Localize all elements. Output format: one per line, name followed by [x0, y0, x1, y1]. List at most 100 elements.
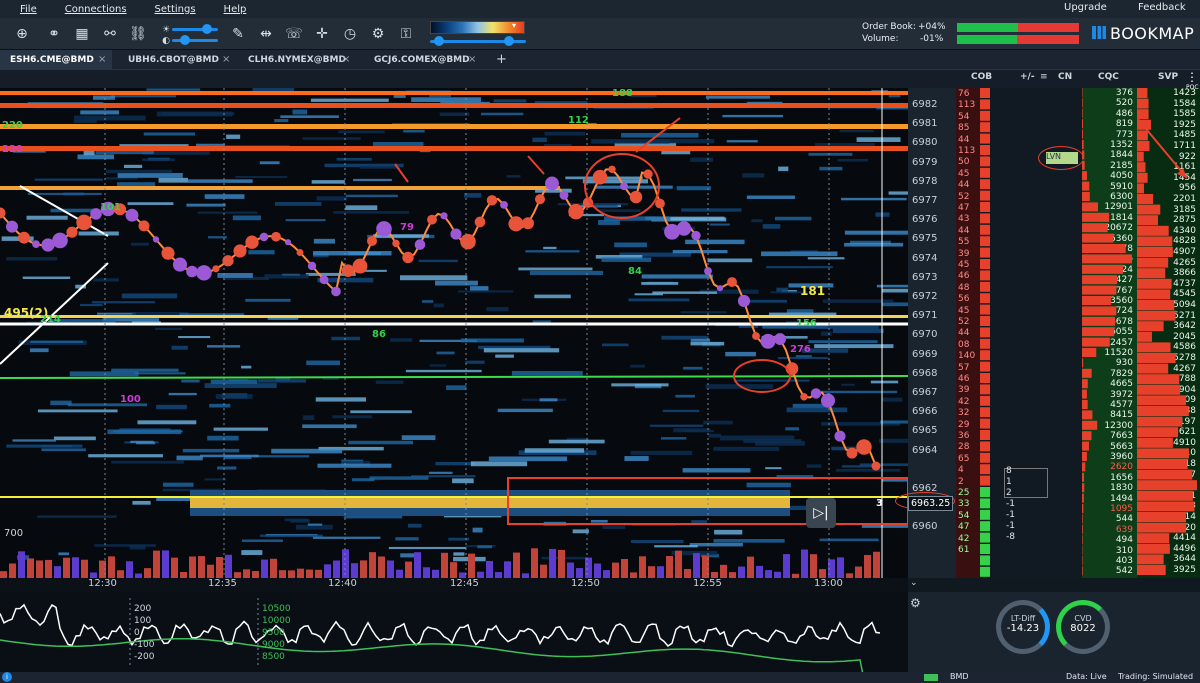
cob-value: 33	[958, 499, 970, 510]
cob-bar	[980, 179, 990, 190]
volume-bar	[396, 569, 403, 578]
crosshair-add-icon[interactable]: ⊕	[12, 24, 32, 44]
indicators-icon[interactable]: ⚯	[100, 24, 120, 44]
link-icon[interactable]: ⛓	[128, 24, 148, 44]
liquidity-cell	[544, 131, 586, 136]
close-tab-icon[interactable]: ×	[342, 50, 350, 70]
liquidity-cell	[204, 478, 227, 481]
cob-bar	[980, 304, 990, 315]
column-header-cqc[interactable]: CQC	[1098, 72, 1119, 82]
upgrade-link[interactable]: Upgrade	[1064, 2, 1107, 13]
menu-settings[interactable]: Settings	[155, 4, 196, 15]
liquidity-cell	[158, 177, 189, 183]
ruler-icon[interactable]: ⇹	[256, 24, 276, 44]
add-tab-button[interactable]: +	[496, 50, 507, 70]
volume-bar	[684, 569, 691, 578]
comment-icon[interactable]: ☏	[284, 24, 304, 44]
heatmap-color-scale[interactable]	[430, 21, 525, 34]
price-label: 6967	[912, 387, 938, 398]
menu-file[interactable]: File	[20, 4, 37, 15]
info-icon[interactable]: i	[2, 672, 12, 682]
contrast-slider[interactable]	[172, 35, 218, 45]
liquidity-cell	[310, 98, 389, 102]
liquidity-cell	[156, 404, 187, 410]
liquidity-cell	[488, 456, 568, 462]
tab-gcj6[interactable]: GCJ6.COMEX@BMD	[364, 50, 482, 70]
cvd-tick: 8500	[262, 652, 285, 662]
column-header-cob[interactable]: COB	[971, 72, 992, 82]
pencil-icon[interactable]: ✎	[228, 24, 248, 44]
liquidity-cell	[539, 398, 558, 402]
liquidity-cell	[168, 392, 197, 396]
more-menu-icon[interactable]: ⋮	[1186, 70, 1198, 84]
trade-bubble	[233, 244, 247, 258]
liquidity-cell	[259, 161, 280, 165]
cob-value: 44	[958, 180, 970, 191]
volume-bar	[666, 556, 673, 578]
liquidity-cell	[350, 410, 412, 414]
liquidity-cell	[171, 345, 188, 350]
timer-icon[interactable]: ◷	[340, 24, 360, 44]
tab-clh6[interactable]: CLH6.NYMEX@BMD	[238, 50, 356, 70]
crosshair-icon[interactable]: ✛	[312, 24, 332, 44]
liquidity-cell	[525, 250, 580, 253]
liquidity-cell	[422, 300, 434, 303]
cob-bar	[980, 281, 990, 292]
chevron-down-icon[interactable]: ▾	[512, 21, 516, 30]
gauge-panel	[908, 592, 1200, 672]
trade-bubble	[450, 228, 462, 240]
filter-icon[interactable]: ≡	[1040, 72, 1048, 82]
liquidity-cell	[345, 205, 378, 211]
settings-gear-icon[interactable]: ⚙	[910, 596, 921, 610]
replay-play-button[interactable]: ▷|	[806, 498, 836, 528]
delta-value: 1	[1006, 477, 1012, 487]
chart-icon[interactable]: ▦	[72, 24, 92, 44]
cqc-profile	[1082, 88, 1132, 576]
cob-value: 45	[958, 260, 970, 270]
liquidity-cell	[435, 461, 475, 466]
heatmap-chart[interactable]: 220 220 101 112 188 79 84 181 495(2) 214…	[0, 88, 908, 578]
collapse-chevron-icon[interactable]: ⌄	[910, 578, 918, 588]
tab-label: GCJ6.COMEX@BMD	[374, 55, 470, 65]
liquidity-cell	[714, 529, 743, 535]
cvd-tick: 9000	[262, 640, 285, 650]
menu-connections[interactable]: Connections	[65, 4, 127, 15]
tab-ubh6[interactable]: UBH6.CBOT@BMD	[118, 50, 236, 70]
tab-esh6[interactable]: ESH6.CME@BMD	[0, 50, 112, 70]
volume-bar	[873, 551, 880, 578]
delta-value: -1	[1006, 521, 1015, 531]
liquidity-cell	[369, 476, 429, 480]
connections-icon[interactable]: ⚭	[44, 24, 64, 44]
menu-help[interactable]: Help	[224, 4, 247, 15]
liquidity-cell	[765, 467, 782, 470]
close-tab-icon[interactable]: ×	[468, 50, 476, 70]
column-header-delta[interactable]: +/-	[1020, 72, 1035, 82]
lock-icon[interactable]: ⚿	[396, 24, 416, 44]
liquidity-cell	[285, 219, 326, 222]
liquidity-cell	[395, 537, 419, 541]
liquidity-cell	[235, 175, 288, 178]
svp-bar	[1137, 247, 1173, 257]
column-header-cn[interactable]: CN	[1058, 72, 1072, 82]
close-tab-icon[interactable]: ×	[222, 50, 230, 70]
svp-bar	[1137, 331, 1152, 342]
time-axis[interactable]: 12:30 12:35 12:40 12:45 12:50 12:55 13:00	[0, 578, 908, 592]
volume-bar	[810, 554, 817, 578]
order-book-imbalance-bar	[957, 23, 1079, 32]
settings-gear-icon[interactable]: ⚙	[368, 24, 388, 44]
indicator-panel[interactable]: 200 100 0 -100 -200 10500 10000 9500 9000 8500	[0, 592, 908, 672]
heatmap-range-slider[interactable]	[430, 36, 526, 46]
brightness-slider[interactable]	[172, 24, 218, 34]
volume-bar	[693, 553, 700, 578]
liquidity-cell	[213, 427, 268, 431]
cqc-bar	[1082, 202, 1098, 212]
liquidity-cell	[534, 294, 571, 299]
close-tab-icon[interactable]: ×	[98, 50, 106, 70]
liquidity-cell	[465, 360, 485, 364]
feedback-link[interactable]: Feedback	[1138, 2, 1186, 13]
trade-bubble	[820, 393, 836, 408]
tab-label: UBH6.CBOT@BMD	[128, 55, 219, 65]
column-header-svp[interactable]: SVP	[1158, 72, 1178, 82]
liquidity-cell	[652, 291, 718, 294]
cob-value: 52	[958, 317, 970, 327]
